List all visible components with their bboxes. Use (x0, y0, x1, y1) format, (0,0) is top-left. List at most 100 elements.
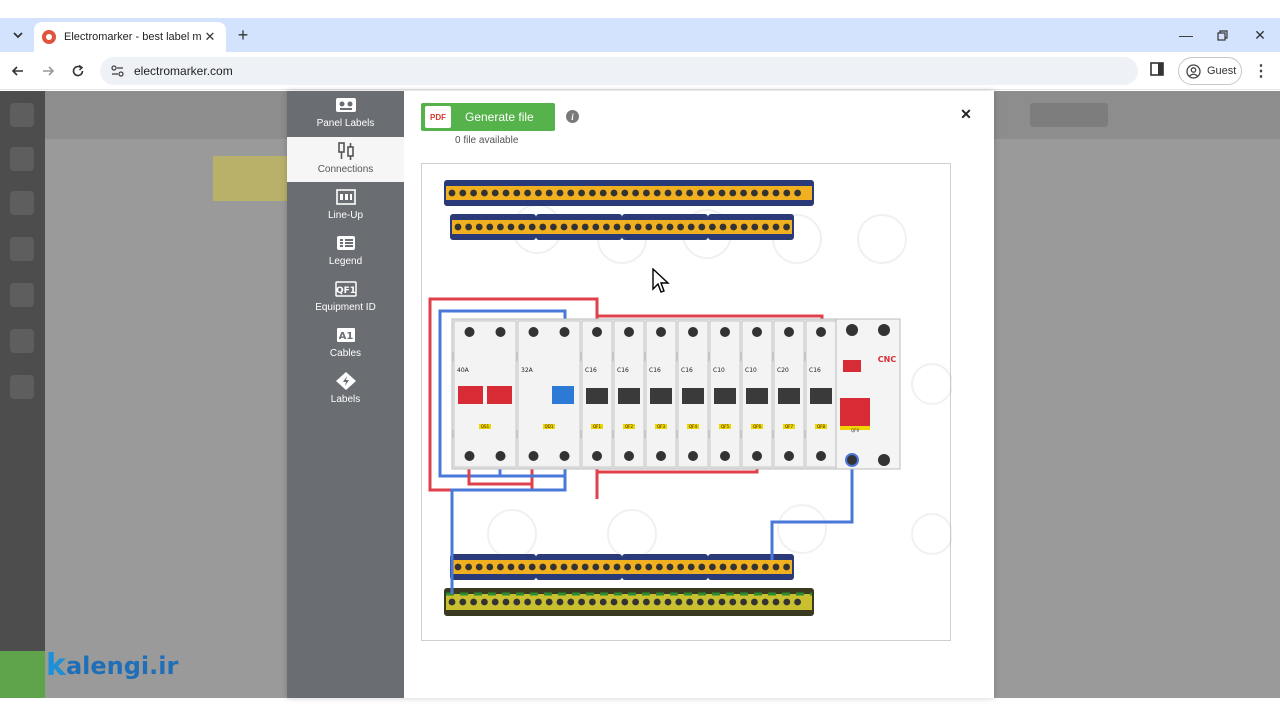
line-up-icon (335, 187, 357, 207)
breaker-module: C10 QF6 (741, 320, 773, 468)
breaker-rating: C10 (745, 367, 757, 374)
breaker-rating: 32A (521, 367, 534, 374)
legend-icon (335, 233, 357, 253)
terminal-screw (719, 563, 727, 571)
breaker-panel: 40A QS1 32A QD1 C16 QF1 C16 QF2 C16 QF3 C16 QF4 C10 Q… (451, 318, 901, 470)
terminal-screw (528, 223, 536, 231)
terminal-screw (592, 563, 600, 571)
terminal-screw (719, 223, 727, 231)
browser-tab[interactable]: Electromarker - best label make ✕ (34, 22, 226, 52)
connection-diagram: 40A QS1 32A QD1 C16 QF1 C16 QF2 C16 QF3 C16 QF4 C10 Q… (428, 180, 952, 616)
breaker-toggle (487, 386, 512, 404)
terminal-screw (783, 189, 791, 197)
connection-diagram-canvas: 40A QS1 32A QD1 C16 QF1 C16 QF2 C16 QF3 C16 QF4 C10 Q… (421, 163, 952, 641)
breaker-module: C16 QF1 (581, 320, 613, 468)
top-terminal (656, 327, 666, 337)
logo-k: k (46, 648, 66, 683)
minimize-button[interactable]: — (1176, 26, 1196, 44)
terminal-screw (656, 563, 663, 571)
terminal-screw (794, 189, 801, 197)
info-icon[interactable]: i (566, 110, 579, 123)
terminal-screw (465, 223, 472, 231)
terminal-screw (470, 189, 477, 197)
sidebar-item-equipment-id[interactable]: QF1 Equipment ID (287, 275, 404, 320)
terminal-screw (653, 189, 661, 197)
breaker-rating: C16 (809, 367, 821, 374)
bottom-terminal (784, 451, 794, 461)
sidebar-label: Labels (330, 394, 361, 405)
breaker-module: C16 QF3 (645, 320, 677, 468)
breaker-rating: C16 (681, 367, 693, 374)
terminal-screw (513, 598, 521, 606)
tab-search-button[interactable] (8, 25, 28, 45)
terminal-screw (783, 598, 791, 606)
restore-icon (1216, 29, 1228, 41)
labels-icon (335, 371, 357, 391)
terminal-screw (762, 223, 769, 231)
top-terminal (559, 327, 570, 337)
terminal-screw (613, 223, 621, 231)
browser-menu-button[interactable]: ⋮ (1253, 62, 1269, 80)
breaker-module: 32A QD1 (517, 320, 581, 468)
background-green-button (0, 651, 45, 698)
bottom-terminal (528, 451, 539, 461)
terminal-screw (481, 598, 488, 606)
side-panel-button[interactable] (1150, 62, 1168, 80)
forward-button[interactable] (38, 61, 58, 81)
terminal-screw (664, 189, 672, 197)
reload-button[interactable] (68, 61, 88, 81)
panel-labels-icon (335, 95, 357, 115)
sidebar-item-cables[interactable]: A1 Cables (287, 321, 404, 366)
breaker-toggle (586, 388, 608, 404)
terminal-screw (592, 223, 600, 231)
terminal-screw (518, 223, 525, 231)
tab-close-icon[interactable]: ✕ (202, 29, 218, 45)
sidebar-item-connections[interactable]: Connections (287, 137, 404, 182)
sidebar-label: Connections (317, 164, 374, 175)
sidebar-item-legend[interactable]: Legend (287, 229, 404, 274)
terminal-screw (624, 563, 631, 571)
terminal-screw (497, 223, 504, 231)
sidebar-item-labels[interactable]: Labels (287, 367, 404, 412)
terminal-screw (589, 598, 596, 606)
terminal-screw (613, 563, 621, 571)
breaker-toggle (618, 388, 640, 404)
close-modal-button[interactable]: ✕ (959, 106, 973, 122)
generate-file-label: Generate file (465, 110, 534, 124)
terminal-screw (539, 223, 547, 231)
terminal-screw (535, 189, 542, 197)
breaker-toggle (778, 388, 800, 404)
top-terminal (592, 327, 602, 337)
terminal-screw (729, 189, 737, 197)
terminal-screw (666, 563, 674, 571)
cables-icon: A1 (335, 325, 357, 345)
close-window-button[interactable]: ✕ (1250, 26, 1270, 44)
terminal-screw (761, 189, 769, 197)
generate-file-button[interactable]: PDF Generate file (421, 103, 555, 131)
browser-toolbar: electromarker.com Guest ⋮ (0, 52, 1280, 90)
side-panel-icon (1150, 62, 1164, 76)
terminal-screw (507, 223, 515, 231)
sidebar-item-panel-labels[interactable]: Panel Labels (287, 91, 404, 136)
site-settings-icon[interactable] (110, 64, 124, 78)
profile-button[interactable]: Guest (1178, 57, 1242, 85)
bottom-terminal (656, 451, 666, 461)
address-bar[interactable]: electromarker.com (100, 57, 1138, 85)
terminal-screw (643, 189, 650, 197)
bottom-terminal (816, 451, 826, 461)
new-tab-button[interactable]: + (234, 25, 252, 45)
top-terminal (624, 327, 634, 337)
breaker-toggle (682, 388, 704, 404)
bottom-terminal (495, 451, 506, 461)
terminal-screw (709, 223, 716, 231)
terminal-screw (729, 598, 737, 606)
restore-button[interactable] (1212, 26, 1232, 44)
terminal-screw (645, 223, 653, 231)
tab-title: Electromarker - best label make (64, 31, 202, 43)
sidebar-item-line-up[interactable]: Line-Up (287, 183, 404, 228)
terminal-rail-ground (444, 588, 814, 616)
cnc-rcbo-module: CNC QF9 (835, 318, 901, 470)
back-button[interactable] (8, 61, 28, 81)
breaker-rating: C10 (713, 367, 725, 374)
terminal-screw (603, 563, 610, 571)
